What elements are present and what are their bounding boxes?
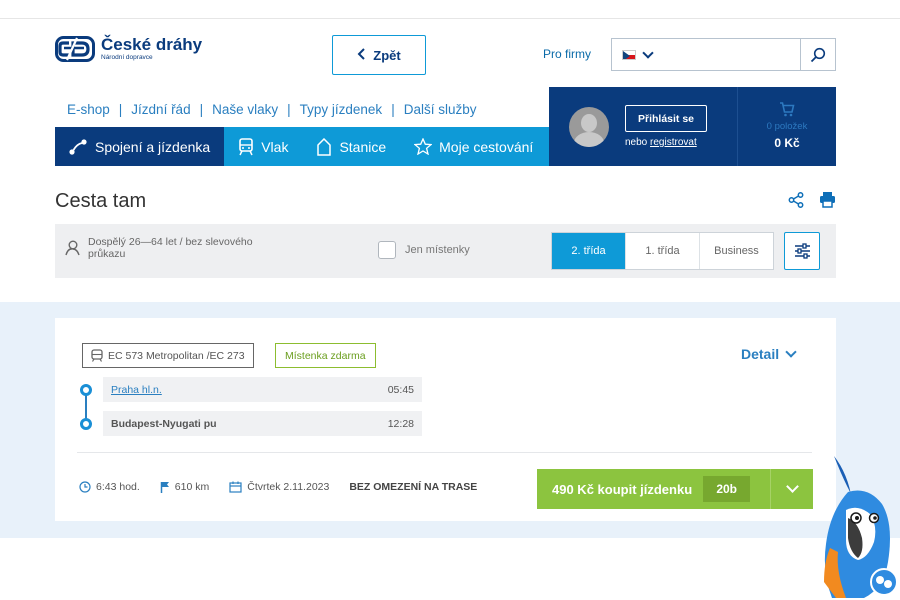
duration: 6:43 hod. [96, 481, 140, 493]
detail-toggle[interactable]: Detail [741, 345, 797, 362]
departure-dot [80, 384, 92, 396]
train-icon [239, 137, 254, 155]
star-icon [414, 138, 433, 155]
class-1-button[interactable]: 1. třída [625, 233, 699, 269]
mascot-bird-icon[interactable] [818, 452, 900, 600]
clock-icon [79, 481, 91, 493]
free-seat-badge: Místenka zdarma [275, 343, 376, 368]
search-icon [810, 47, 826, 62]
route-icon [69, 138, 87, 155]
back-label: Zpět [373, 47, 401, 63]
stop-departure: Praha hl.n. 05:45 [103, 377, 422, 402]
train-name: EC 573 Metropolitan /EC 273 [108, 349, 245, 362]
top-divider [0, 18, 900, 19]
chevron-left-icon [357, 47, 365, 64]
search-button[interactable] [800, 38, 836, 71]
separator: | [391, 102, 395, 117]
toplink-jizdni-rad[interactable]: Jízdní řád [131, 102, 190, 117]
connection-meta: 6:43 hod. 610 km Čtvrtek 2.11.2023 BEZ O… [79, 481, 477, 493]
cart-items: 0 položek [766, 121, 808, 132]
nav-moje-cestovani-label: Moje cestování [439, 138, 534, 155]
sliders-icon [794, 243, 810, 259]
language-select[interactable] [611, 38, 668, 71]
main-nav: Spojení a jízdenka Vlak Stanice Moje ces… [55, 127, 549, 166]
cart[interactable]: 0 položek 0 Kč [737, 87, 836, 166]
arrival-time: 12:28 [387, 417, 414, 430]
cart-icon [780, 102, 795, 117]
person-icon [65, 240, 80, 256]
passenger-label: Dospělý 26—64 let / bez slevového průkaz… [88, 236, 253, 260]
restriction-label: BEZ OMEZENÍ NA TRASE [349, 481, 478, 493]
filter-settings-button[interactable] [784, 232, 820, 270]
nav-vlak[interactable]: Vlak [224, 127, 302, 166]
toplink-eshop[interactable]: E-shop [67, 102, 110, 117]
station-icon [317, 137, 332, 156]
brand-tagline: Národní dopravce [101, 54, 153, 61]
pro-firmy-link[interactable]: Pro firmy [543, 47, 591, 61]
cd-logo[interactable]: České dráhy Národní dopravce [55, 36, 202, 62]
nav-stanice[interactable]: Stanice [302, 127, 400, 166]
separator: | [199, 102, 204, 117]
card-divider [77, 452, 812, 453]
register-link[interactable]: registrovat [650, 137, 697, 148]
share-icon[interactable] [788, 192, 804, 208]
buy-ticket-button[interactable]: 490 Kč koupit jízdenku 20b [537, 469, 813, 509]
buy-options-toggle[interactable] [770, 469, 813, 509]
passenger-selector[interactable]: Dospělý 26—64 let / bez slevového průkaz… [65, 236, 285, 260]
chevron-down-icon [642, 46, 654, 59]
nav-moje-cestovani[interactable]: Moje cestování [400, 127, 547, 166]
chevron-down-icon [785, 480, 799, 493]
class-2-button[interactable]: 2. třída [552, 233, 625, 269]
nav-spojeni-label: Spojení a jízdenka [95, 138, 211, 155]
seat-only-checkbox[interactable]: Jen místenky [378, 241, 470, 259]
account-panel: Přihlásit se nebo registrovat [549, 87, 737, 166]
toplink-typy-jizdenek[interactable]: Typy jízdenek [300, 102, 383, 117]
distance: 610 km [174, 481, 210, 493]
departure-station-link[interactable]: Praha hl.n. [111, 384, 162, 396]
avatar [569, 107, 609, 147]
arrival-station: Budapest-Nyugati pu [111, 417, 217, 430]
detail-label: Detail [741, 346, 780, 362]
toplink-dalsi-sluzby[interactable]: Další služby [404, 102, 477, 117]
departure-time: 05:45 [387, 383, 414, 396]
seat-only-label: Jen místenky [405, 244, 470, 256]
page-title: Cesta tam [55, 190, 147, 212]
cart-total: 0 Kč [774, 136, 800, 150]
toplink-nase-vlaky[interactable]: Naše vlaky [212, 102, 278, 117]
arrival-dot [80, 418, 92, 430]
checkbox-box[interactable] [378, 241, 396, 259]
register-text: nebo registrovat [625, 137, 697, 148]
register-prefix: nebo [625, 137, 648, 148]
separator: | [118, 102, 123, 117]
cz-flag-icon [622, 49, 636, 60]
search-input[interactable] [667, 38, 801, 71]
print-icon[interactable] [819, 191, 836, 208]
nav-stanice-label: Stanice [339, 138, 387, 155]
top-links: E-shop | Jízdní řád | Naše vlaky | Typy … [67, 102, 476, 117]
brand-name: České dráhy [101, 35, 203, 54]
back-button[interactable]: Zpět [332, 35, 426, 75]
travel-date: Čtvrtek 2.11.2023 [247, 481, 330, 493]
chevron-down-icon [785, 345, 797, 358]
train-icon [91, 349, 103, 362]
flag-icon [160, 482, 169, 493]
train-tag: EC 573 Metropolitan /EC 273 [82, 343, 254, 368]
separator: | [287, 102, 291, 117]
login-button[interactable]: Přihlásit se [625, 105, 707, 132]
class-business-button[interactable]: Business [699, 233, 773, 269]
stop-arrival: Budapest-Nyugati pu 12:28 [103, 411, 422, 436]
class-switch: 2. třída 1. třída Business [551, 232, 774, 270]
points-badge: 20b [703, 476, 751, 502]
cd-logo-icon [55, 36, 95, 62]
nav-vlak-label: Vlak [261, 138, 289, 155]
filter-bar: Dospělý 26—64 let / bez slevového průkaz… [55, 224, 836, 278]
calendar-icon [229, 481, 242, 493]
buy-label: 490 Kč koupit jízdenku [552, 481, 693, 497]
nav-spojeni[interactable]: Spojení a jízdenka [55, 127, 225, 166]
connection-card: EC 573 Metropolitan /EC 273 Místenka zda… [55, 318, 836, 521]
